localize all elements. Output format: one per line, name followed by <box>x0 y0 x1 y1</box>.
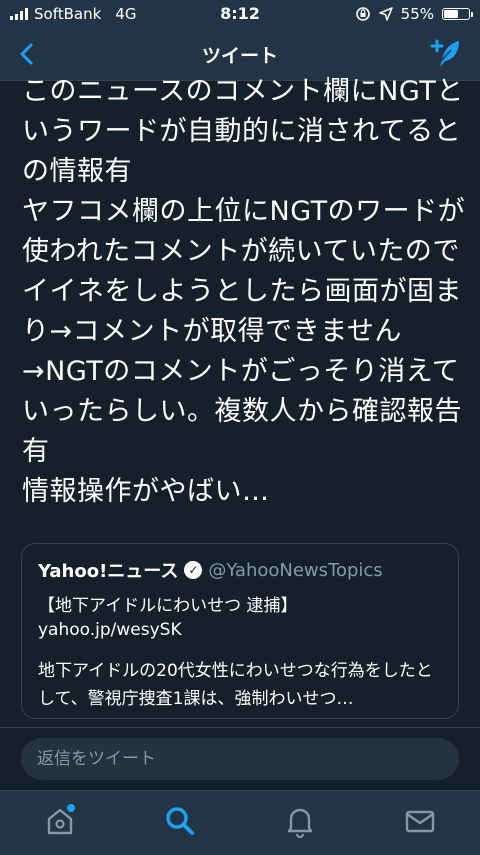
messages-icon[interactable] <box>402 803 438 839</box>
status-right: 55% <box>355 5 473 23</box>
location-icon <box>378 7 393 21</box>
battery-percent: 55% <box>400 5 434 23</box>
reply-input[interactable]: 返信をツイート <box>21 738 459 780</box>
home-icon[interactable] <box>42 803 78 839</box>
quoted-tweet-card[interactable]: Yahoo!ニュース ✓ @YahooNewsTopics 【地下アイドルにわい… <box>21 543 459 719</box>
orientation-lock-icon <box>355 7 370 21</box>
compose-tweet-button[interactable] <box>428 36 464 72</box>
search-icon[interactable] <box>162 803 198 839</box>
status-bar: SoftBank 4G 8:12 55% <box>0 0 480 28</box>
page-title: ツイート <box>201 45 278 67</box>
tab-bar <box>0 790 480 855</box>
quoted-headline: 【地下アイドルにわいせつ 逮捕】 <box>38 596 298 616</box>
quoted-summary: 地下アイドルの20代女性にわいせつな行為をしたとして、警視庁捜査1課は、強制わい… <box>38 661 433 709</box>
quoted-tweet-header: Yahoo!ニュース ✓ @YahooNewsTopics <box>38 557 383 583</box>
verified-badge-icon: ✓ <box>184 561 203 579</box>
tweet-text: このニュースのコメント欄にNGTというワードが自動的に消されてるとの情報有 ヤフ… <box>22 76 466 507</box>
notifications-icon[interactable] <box>282 803 318 839</box>
reply-bar: 返信をツイート <box>0 727 480 791</box>
battery-icon <box>442 8 473 20</box>
quoted-link[interactable]: yahoo.jp/wesySK <box>38 620 182 640</box>
quoted-author-handle: @YahooNewsTopics <box>208 559 383 581</box>
quoted-author-name: Yahoo!ニュース <box>38 561 179 582</box>
